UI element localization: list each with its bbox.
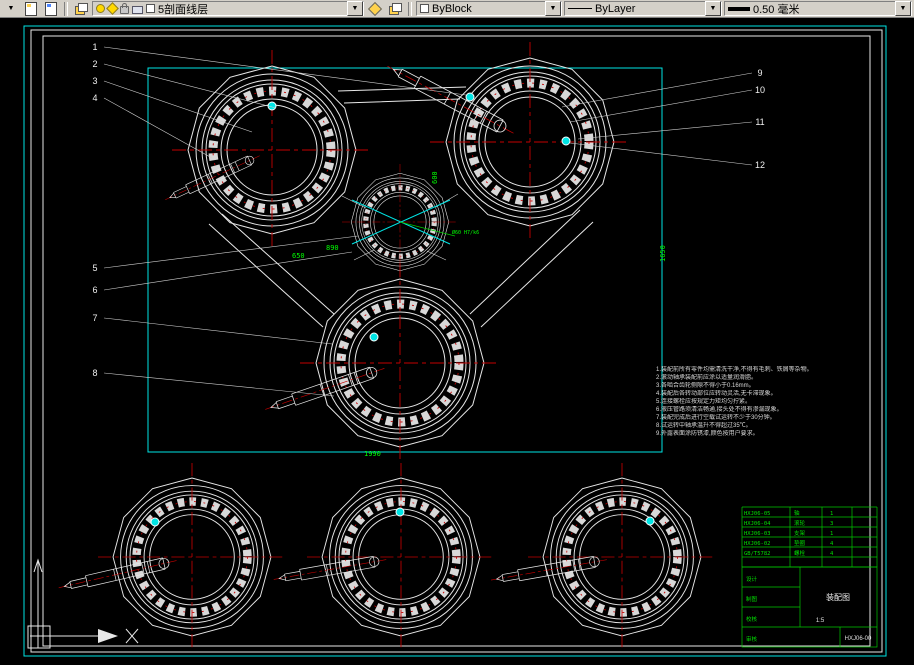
layer-plot-printer-icon[interactable]	[132, 5, 143, 14]
callout-5[interactable]: 5	[92, 263, 97, 273]
linetype-combo[interactable]: ByLayer ▼	[564, 1, 722, 16]
note-line: 2.滚动轴承装配前应涂以适量润滑脂。	[656, 375, 758, 381]
callout-3[interactable]: 3	[92, 76, 97, 86]
part-code: HXJ06-04	[744, 521, 771, 527]
linetype-combo-dropdown-arrow[interactable]: ▼	[705, 1, 721, 16]
layer-combo[interactable]: 5剖面线层 ▼	[92, 1, 364, 16]
drawing-scale: 1:5	[816, 618, 825, 624]
layer-lock-icon[interactable]	[120, 3, 129, 14]
part-name: 垫圈	[794, 539, 806, 547]
diamond-icon	[367, 1, 383, 16]
dim-fit[interactable]: Ø60 H7/k6	[452, 229, 479, 236]
dim-650[interactable]: 650	[292, 252, 305, 260]
assembly-top-left[interactable]	[162, 50, 372, 250]
color-swatch	[420, 4, 429, 13]
make-layer-current-button[interactable]	[366, 0, 384, 17]
callout-2[interactable]: 2	[92, 59, 97, 69]
lineweight-combo[interactable]: 0.50 毫米 ▼	[724, 1, 912, 16]
toolbar-overflow-arrow[interactable]: ▼	[2, 0, 20, 17]
part-name: 支架	[794, 529, 806, 537]
color-combo[interactable]: ByBlock ▼	[416, 1, 562, 16]
title-label: 设计	[746, 575, 758, 583]
callout-4[interactable]: 4	[92, 93, 97, 103]
note-line: 8.试运转中轴承温升不得超过35℃。	[656, 423, 752, 429]
note-line: 5.连接螺栓应按规定力矩均匀拧紧。	[656, 399, 752, 405]
layer-color-chip	[146, 4, 155, 13]
note-line: 6.液压管路须清洁畅通,接头处不得有渗漏现象。	[656, 407, 783, 413]
lineweight-combo-dropdown-arrow[interactable]: ▼	[895, 1, 911, 16]
toolbar-separator	[408, 1, 412, 16]
callout-1[interactable]: 1	[92, 42, 97, 52]
part-name: 螺栓	[794, 549, 806, 557]
drawing-number: HXJ06-00	[845, 636, 872, 642]
layer-manager-button[interactable]	[72, 0, 90, 17]
layer-previous-button[interactable]	[386, 0, 404, 17]
callout-10[interactable]: 10	[755, 85, 765, 95]
assembly-bottom-center[interactable]	[262, 263, 500, 463]
assembly-row2-center[interactable]	[272, 463, 495, 651]
dim-890[interactable]: 890	[326, 244, 339, 252]
central-hub[interactable]	[342, 164, 458, 280]
callout-12[interactable]: 12	[755, 160, 765, 170]
part-code: HXJ06-05	[744, 511, 771, 517]
sheet-blue-icon	[45, 1, 57, 16]
linetype-combo-value: ByLayer	[595, 2, 636, 15]
assembly-row2-left[interactable]	[57, 463, 286, 651]
callout-11[interactable]: 11	[755, 117, 764, 127]
part-qty: 1	[830, 511, 833, 517]
drawing-title: 装配图	[826, 592, 850, 602]
object-properties-toolbar: ▼ 5剖面线层 ▼ ByBlock ▼ ByLayer ▼ 0.50 毫米 ▼	[0, 0, 914, 18]
layers-back-icon	[389, 3, 402, 15]
cad-drawing-canvas[interactable]: .w{stroke:#e8e8e8;stroke-width:1;fill:no…	[0, 18, 914, 665]
callout-8[interactable]: 8	[92, 368, 97, 378]
part-qty: 4	[830, 541, 834, 547]
leader-lines[interactable]	[103, 46, 753, 397]
part-name: 轴	[794, 509, 800, 517]
layer-states-button[interactable]	[42, 0, 60, 17]
callout-9[interactable]: 9	[757, 68, 762, 78]
assembly-row2-right[interactable]	[489, 463, 716, 651]
dim-600[interactable]: 600	[431, 171, 439, 184]
layer-freeze-sun-icon[interactable]	[106, 2, 119, 15]
title-label: 校核	[746, 615, 758, 623]
linetype-sample-icon	[568, 8, 592, 9]
note-line: 3.各啮合齿轮侧隙不得小于0.16mm。	[656, 383, 755, 389]
part-code: GB/T5782	[744, 551, 771, 557]
part-code: HXJ06-03	[744, 531, 771, 537]
machine-body-outline[interactable]	[208, 86, 594, 328]
layer-combo-dropdown-arrow[interactable]: ▼	[347, 1, 363, 16]
note-line: 4.装配后各转动部位应转动灵活,无卡滞现象。	[656, 391, 777, 397]
dim-1650[interactable]: 1650	[659, 245, 667, 262]
lineweight-sample-icon	[728, 6, 750, 11]
toolbar-separator	[64, 1, 68, 16]
layer-on-bulb-icon[interactable]	[96, 4, 105, 13]
technical-notes: 1.装配前所有零件均需清洗干净,不得有毛刺、铁屑等杂物。 2.滚动轴承装配前应涂…	[656, 366, 864, 438]
layer-combo-value: 5剖面线层	[158, 3, 209, 16]
callout-6[interactable]: 6	[92, 285, 97, 295]
assembly-top-right[interactable]	[383, 42, 630, 242]
part-name: 滚轮	[794, 519, 806, 527]
part-qty: 4	[830, 551, 834, 557]
dimension-labels[interactable]: 650 890 600 1990 1650 Ø60 H7/k6	[292, 171, 667, 458]
parts-list-table[interactable]: HXJ06-05 轴 1 HXJ06-04 滚轮 3 HXJ06-03 支架 1…	[741, 506, 878, 568]
color-combo-value: ByBlock	[432, 2, 472, 15]
part-qty: 3	[830, 521, 833, 527]
sheet-icon	[25, 1, 37, 16]
note-line: 1.装配前所有零件均需清洗干净,不得有毛刺、铁屑等杂物。	[656, 367, 813, 373]
callout-7[interactable]: 7	[92, 313, 97, 323]
title-label: 审核	[746, 635, 758, 643]
dim-1990[interactable]: 1990	[364, 450, 381, 458]
part-code: HXJ06-02	[744, 541, 771, 547]
layer-properties-button[interactable]	[22, 0, 40, 17]
lineweight-combo-value: 0.50 毫米	[753, 3, 800, 16]
color-combo-dropdown-arrow[interactable]: ▼	[545, 1, 561, 16]
layers-stack-icon	[75, 3, 88, 15]
title-block[interactable]: 设计 制图 校核 审核 装配图 HXJ06-00 1:5	[741, 566, 878, 648]
title-label: 制图	[746, 595, 758, 603]
note-line: 9.外露表面涂防锈漆,颜色按用户要求。	[656, 431, 759, 437]
note-line: 7.装配完成后进行空载试运转不少于30分钟。	[656, 415, 776, 421]
part-qty: 1	[830, 531, 833, 537]
